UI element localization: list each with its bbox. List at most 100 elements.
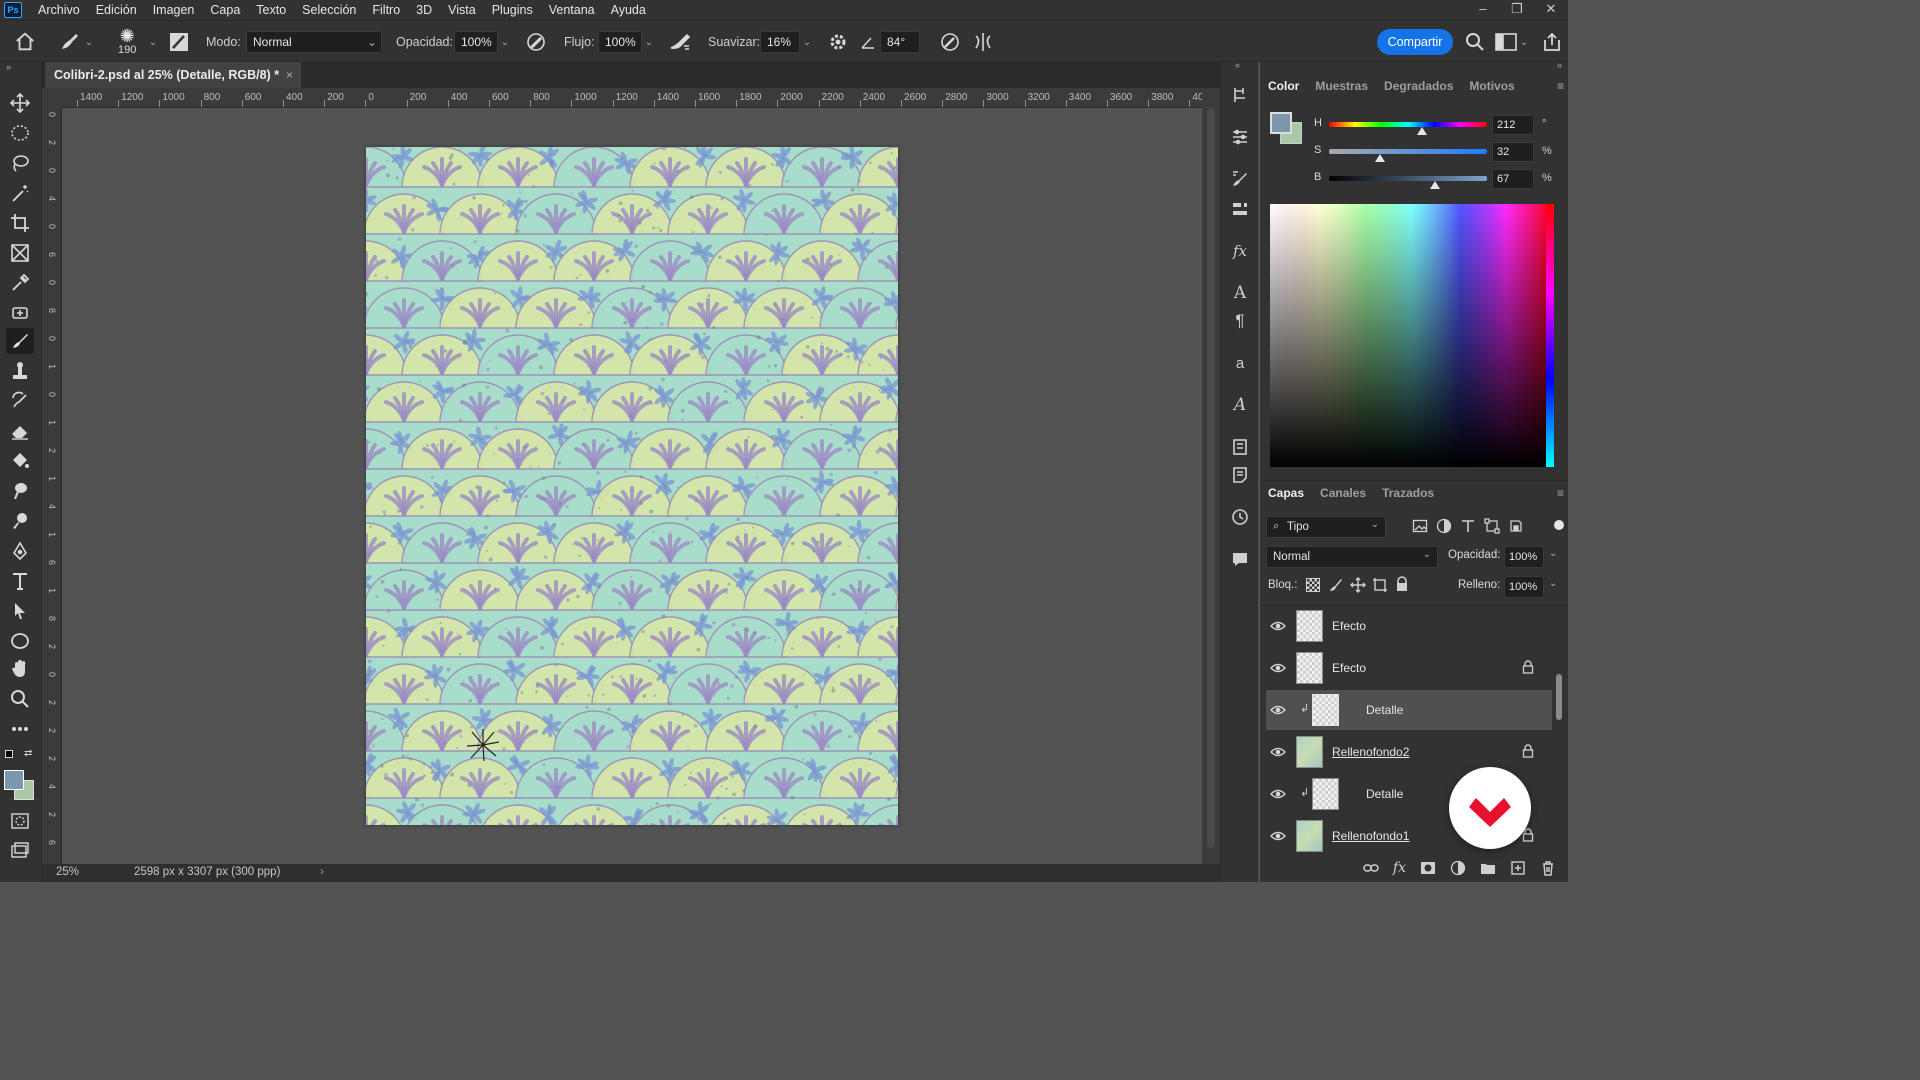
default-colors-icon[interactable] [5, 750, 13, 758]
layer-name[interactable]: Detalle [1366, 787, 1403, 801]
character-styles-icon[interactable]: A [1229, 394, 1251, 416]
collapse-dock-icon[interactable]: « [1235, 60, 1240, 70]
smudge-tool-icon[interactable] [6, 478, 34, 504]
menu-capa[interactable]: Capa [202, 0, 248, 20]
brush-tool-icon[interactable] [6, 328, 34, 354]
brightness-slider[interactable]: B 67 % [1314, 169, 1558, 189]
brightness-value-input[interactable]: 67 [1492, 169, 1534, 189]
chevron-down-icon[interactable]: ⌄ [1549, 548, 1557, 559]
filter-toggle[interactable] [1554, 520, 1564, 530]
new-adjustment-layer-icon[interactable] [1450, 860, 1466, 876]
filter-image-icon[interactable] [1412, 518, 1428, 534]
symmetry-icon[interactable] [972, 21, 994, 63]
share-button[interactable]: Compartir [1377, 29, 1453, 55]
hue-track[interactable] [1329, 122, 1487, 127]
clone-stamp-tool-icon[interactable] [6, 358, 34, 384]
menu-texto[interactable]: Texto [248, 0, 294, 20]
layer-name[interactable]: Detalle [1366, 703, 1403, 717]
menu-3d[interactable]: 3D [408, 0, 440, 20]
restore-button[interactable]: ❐ [1500, 0, 1534, 20]
libraries-panel-icon[interactable] [1229, 436, 1251, 458]
minimize-button[interactable]: – [1466, 0, 1500, 20]
more-tools-icon[interactable] [6, 716, 34, 742]
opacity-input[interactable]: 100% [454, 31, 498, 53]
lasso-tool-icon[interactable] [6, 150, 34, 176]
character-panel-icon[interactable]: A [1229, 282, 1251, 304]
layer-row[interactable]: Rellenofondo2 [1266, 732, 1552, 772]
learn-panel-icon[interactable] [1229, 84, 1251, 106]
trash-icon[interactable] [1540, 860, 1556, 876]
canvas-area[interactable] [62, 108, 1202, 864]
brush-size-picker[interactable]: ✺ 190 [118, 21, 136, 63]
menu-archivo[interactable]: Archivo [30, 0, 88, 20]
gear-icon[interactable] [828, 21, 848, 63]
screen-mode-icon[interactable] [6, 838, 34, 864]
eraser-tool-icon[interactable] [6, 418, 34, 444]
filter-shape-icon[interactable] [1484, 518, 1500, 534]
menu-edicion[interactable]: Edición [88, 0, 145, 20]
filter-adjustment-icon[interactable] [1436, 518, 1452, 534]
status-menu-arrow-icon[interactable]: › [320, 866, 324, 878]
history-brush-tool-icon[interactable] [6, 388, 34, 414]
ellipse-tool-icon[interactable] [6, 628, 34, 654]
eye-icon[interactable] [1270, 660, 1286, 676]
color-spectrum-field[interactable] [1270, 204, 1554, 467]
new-layer-icon[interactable] [1510, 860, 1526, 876]
search-icon[interactable] [1465, 21, 1485, 63]
brush-preset-icon[interactable]: ⌄ [58, 21, 96, 63]
menu-filtro[interactable]: Filtro [364, 0, 408, 20]
brush-settings-panel-icon[interactable] [1229, 168, 1251, 190]
layer-row-selected[interactable]: ↲ Detalle [1266, 690, 1552, 730]
workspace-icon[interactable]: ⌄ [1495, 21, 1531, 63]
canvas-scrollbar[interactable] [1202, 88, 1220, 864]
tab-color[interactable]: Color [1260, 73, 1307, 99]
brightness-thumb[interactable] [1429, 181, 1440, 189]
paint-bucket-tool-icon[interactable] [6, 448, 34, 474]
share-export-icon[interactable] [1542, 21, 1562, 63]
angle-input[interactable]: 84° [880, 31, 920, 53]
crop-tool-icon[interactable] [6, 210, 34, 236]
layer-thumbnail[interactable] [1296, 610, 1323, 642]
mode-select[interactable]: Normal ⌄ [246, 31, 382, 53]
close-window-button[interactable]: ✕ [1534, 0, 1568, 20]
glyphs-panel-icon[interactable]: a [1229, 352, 1251, 374]
eye-icon[interactable] [1270, 744, 1286, 760]
lock-transparency-icon[interactable] [1306, 578, 1320, 592]
layer-style-fx-icon[interactable]: fx [1393, 860, 1406, 876]
lock-position-icon[interactable] [1350, 577, 1366, 593]
brush-settings-icon[interactable] [168, 21, 190, 63]
zoom-tool-icon[interactable] [6, 686, 34, 712]
eye-icon[interactable] [1270, 786, 1286, 802]
swap-colors-icon[interactable]: ⇄ [24, 748, 32, 759]
chevron-down-icon[interactable]: ⌄ [498, 37, 512, 48]
scrollbar-thumb[interactable] [1556, 674, 1562, 720]
fill-input[interactable]: 100% [1504, 576, 1544, 598]
eye-icon[interactable] [1270, 702, 1286, 718]
layer-opacity-input[interactable]: 100% [1504, 546, 1544, 568]
layer-name[interactable]: Rellenofondo1 [1332, 829, 1409, 843]
quick-mask-icon[interactable] [6, 808, 34, 834]
saturation-thumb[interactable] [1374, 154, 1385, 162]
tab-muestras[interactable]: Muestras [1307, 73, 1376, 99]
history-panel-icon[interactable] [1229, 506, 1251, 528]
close-icon[interactable]: × [286, 68, 293, 82]
foreground-color-swatch[interactable] [4, 770, 24, 790]
saturation-slider[interactable]: S 32 % [1314, 142, 1558, 162]
chevron-down-icon[interactable]: ⌄ [642, 37, 656, 48]
hue-value-input[interactable]: 212 [1492, 115, 1534, 135]
layer-name[interactable]: Efecto [1332, 619, 1366, 633]
foreground-color-chip[interactable] [1270, 112, 1292, 134]
document-tab[interactable]: Colibri-2.psd al 25% (Detalle, RGB/8) * … [45, 62, 301, 88]
airbrush-icon[interactable] [668, 21, 692, 63]
type-tool-icon[interactable] [6, 568, 34, 594]
menu-vista[interactable]: Vista [440, 0, 484, 20]
vertical-ruler[interactable]: 0 2 0 4 0 6 0 8 0 1 0 1 2 1 4 1 6 1 8 2 0 2 2 2 4 2 6 [42, 108, 62, 864]
layer-name[interactable]: Efecto [1332, 661, 1366, 675]
layers-scrollbar[interactable] [1554, 604, 1564, 854]
flow-input[interactable]: 100% [598, 31, 642, 53]
menu-plugins[interactable]: Plugins [484, 0, 541, 20]
scrollbar-thumb[interactable] [1207, 108, 1215, 848]
styles-fx-icon[interactable]: fx [1229, 240, 1251, 262]
filter-type-icon[interactable] [1460, 518, 1476, 534]
saturation-track[interactable] [1329, 149, 1487, 154]
